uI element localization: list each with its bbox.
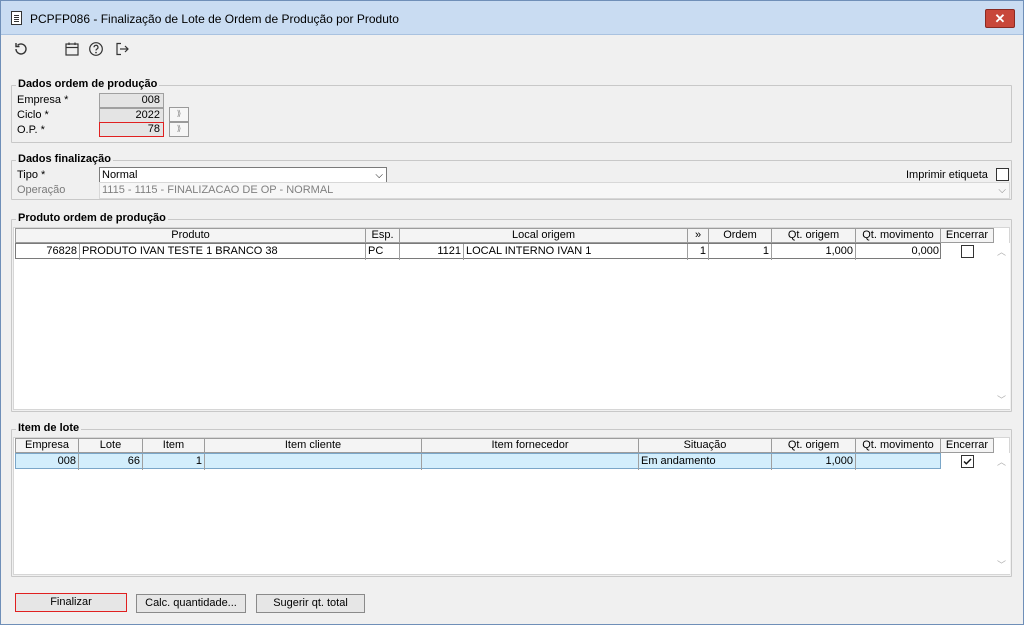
main-window: PCPFP086 - Finalização de Lote de Ordem … (0, 0, 1024, 625)
sugerir-qt-total-label: Sugerir qt. total (273, 597, 348, 609)
produto-grid-scrollbar[interactable]: ︿ ﹀ (994, 243, 1010, 409)
calc-quantidade-button[interactable]: Calc. quantidade... (136, 594, 246, 613)
qt-movimento-lote-cell (856, 454, 941, 470)
col-qt-movimento[interactable]: Qt. movimento (855, 228, 941, 243)
dados-finalizacao-title: Dados finalização (16, 153, 113, 165)
window-title: PCPFP086 - Finalização de Lote de Ordem … (30, 12, 399, 26)
col-encerrar-lote[interactable]: Encerrar (940, 438, 994, 453)
col-item[interactable]: Item (142, 438, 205, 453)
col-item-cliente[interactable]: Item cliente (204, 438, 422, 453)
situacao-cell: Em andamento (639, 454, 772, 470)
title-bar: PCPFP086 - Finalização de Lote de Ordem … (1, 1, 1023, 35)
encerrar-lote-checkbox[interactable] (961, 455, 974, 468)
dados-ordem-title: Dados ordem de produção (16, 78, 160, 90)
op-lookup-button[interactable]: ⟫ (169, 122, 189, 137)
produto-cell: PRODUTO IVAN TESTE 1 BRANCO 38 (80, 244, 366, 260)
operacao-value: 1115 - 1115 - FINALIZACAO DE OP - NORMAL (102, 184, 334, 196)
table-row[interactable]: 008 66 1 Em andamento 1,000 (15, 453, 941, 470)
scroll-down-icon[interactable]: ﹀ (997, 393, 1006, 406)
col-situacao[interactable]: Situação (638, 438, 772, 453)
col-encerrar[interactable]: Encerrar (940, 228, 994, 243)
close-icon: ✕ (994, 11, 1006, 26)
item-lote-title: Item de lote (16, 422, 82, 434)
imprimir-etiqueta-label: Imprimir etiqueta (906, 169, 988, 181)
col-qt-origem-lote[interactable]: Qt. origem (771, 438, 856, 453)
help-icon[interactable] (87, 40, 105, 58)
operacao-label: Operação (17, 184, 66, 196)
qt-origem-lote-cell: 1,000 (772, 454, 856, 470)
scroll-up-icon[interactable]: ︿ (997, 455, 1006, 468)
col-item-fornecedor[interactable]: Item fornecedor (421, 438, 639, 453)
empresa-field[interactable]: 008 (99, 93, 164, 108)
calc-quantidade-label: Calc. quantidade... (145, 597, 237, 609)
sugerir-qt-total-button[interactable]: Sugerir qt. total (256, 594, 365, 613)
local-origem-cell: LOCAL INTERNO IVAN 1 (464, 244, 688, 260)
produto-codigo-cell: 76828 (16, 244, 80, 260)
tipo-label: Tipo * (17, 169, 46, 181)
scroll-down-icon[interactable]: ﹀ (997, 558, 1006, 571)
qt-origem-cell: 1,000 (772, 244, 856, 260)
local-codigo-cell: 1121 (400, 244, 464, 260)
finalizar-label: Finalizar (50, 596, 92, 608)
item-lote-scrollbar[interactable]: ︿ ﹀ (994, 453, 1010, 574)
col-qt-movimento-lote[interactable]: Qt. movimento (855, 438, 941, 453)
chevron-down-icon: ⌵ (998, 185, 1006, 196)
col-empresa[interactable]: Empresa (15, 438, 79, 453)
operacao-select: 1115 - 1115 - FINALIZACAO DE OP - NORMAL… (99, 182, 1010, 199)
op-label: O.P. * (17, 124, 45, 136)
exit-icon[interactable] (113, 40, 131, 58)
item-fornecedor-cell (422, 454, 639, 470)
ciclo-label: Ciclo * (17, 109, 49, 121)
col-local-origem[interactable]: Local origem (399, 228, 688, 243)
imprimir-etiqueta-checkbox[interactable] (996, 168, 1009, 181)
produto-ordem-title: Produto ordem de produção (16, 212, 168, 224)
scroll-up-icon[interactable]: ︿ (997, 245, 1006, 258)
op-field[interactable]: 78 (99, 122, 164, 137)
col-ordem[interactable]: Ordem (708, 228, 772, 243)
ciclo-lookup-button[interactable]: ⟫ (169, 107, 189, 122)
toolbar (1, 35, 1023, 65)
esp-cell: PC (366, 244, 400, 260)
col-qt-origem[interactable]: Qt. origem (771, 228, 856, 243)
ordem-cell: 1 (709, 244, 772, 260)
table-row[interactable]: 76828 PRODUTO IVAN TESTE 1 BRANCO 38 PC … (15, 243, 941, 260)
lote-cell: 66 (79, 454, 143, 470)
chevron-down-icon: ⌵ (375, 170, 383, 181)
item-cell: 1 (143, 454, 205, 470)
item-cliente-cell (205, 454, 422, 470)
finalizar-button[interactable]: Finalizar (15, 593, 127, 612)
ciclo-field[interactable]: 2022 (99, 108, 164, 123)
calendar-icon[interactable] (63, 40, 81, 58)
checkmark-icon (963, 458, 972, 465)
col-produto[interactable]: Produto (15, 228, 366, 243)
close-button[interactable]: ✕ (985, 9, 1015, 28)
document-icon (11, 11, 22, 25)
refresh-icon[interactable] (12, 40, 30, 58)
seq-cell: 1 (688, 244, 709, 260)
encerrar-checkbox[interactable] (961, 245, 974, 258)
col-seq[interactable]: » (687, 228, 709, 243)
col-lote[interactable]: Lote (78, 438, 143, 453)
tipo-value: Normal (102, 169, 138, 181)
qt-movimento-cell: 0,000 (911, 245, 939, 257)
empresa-label: Empresa * (17, 94, 69, 106)
empresa-cell: 008 (16, 454, 79, 470)
col-esp[interactable]: Esp. (365, 228, 400, 243)
